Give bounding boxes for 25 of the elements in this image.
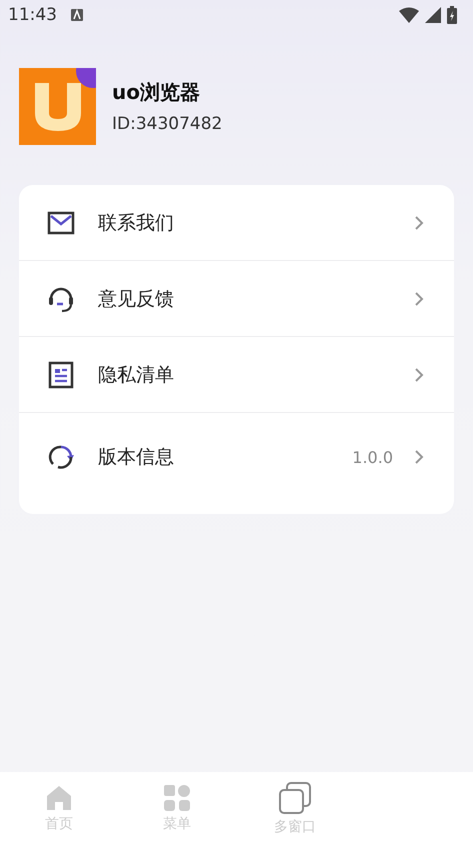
menu-label: 隐私清单 xyxy=(98,362,175,388)
menu-label: 联系我们 xyxy=(98,210,175,236)
menu-item[interactable]: 联系我们 xyxy=(19,185,454,261)
battery-icon xyxy=(447,6,457,24)
chevron-icon xyxy=(415,450,424,464)
signal-icon xyxy=(425,7,441,23)
menu-label: 版本信息 xyxy=(98,445,175,470)
menu-item[interactable]: 意见反馈 xyxy=(19,261,454,337)
home-icon[interactable] xyxy=(44,784,74,812)
wifi-icon xyxy=(399,7,419,23)
mail-icon xyxy=(47,210,75,234)
user-id: ID:34307482 xyxy=(112,114,222,134)
menu-label: 意见反馈 xyxy=(98,286,175,312)
grid-icon[interactable] xyxy=(163,784,191,812)
chevron-icon xyxy=(415,368,424,382)
chevron-icon xyxy=(415,292,424,306)
windows-icon[interactable] xyxy=(278,780,312,814)
menu-item[interactable]: 隐私清单 xyxy=(19,337,454,413)
app-name: uo浏览器 xyxy=(112,79,201,106)
status-time: 11:43 xyxy=(8,5,57,25)
document-icon xyxy=(48,360,74,388)
chevron-icon xyxy=(415,216,424,230)
notification-icon xyxy=(71,9,83,21)
menu-item[interactable]: 版本信息 1.0.0 xyxy=(19,413,454,514)
version-number: 1.0.0 xyxy=(352,448,393,466)
